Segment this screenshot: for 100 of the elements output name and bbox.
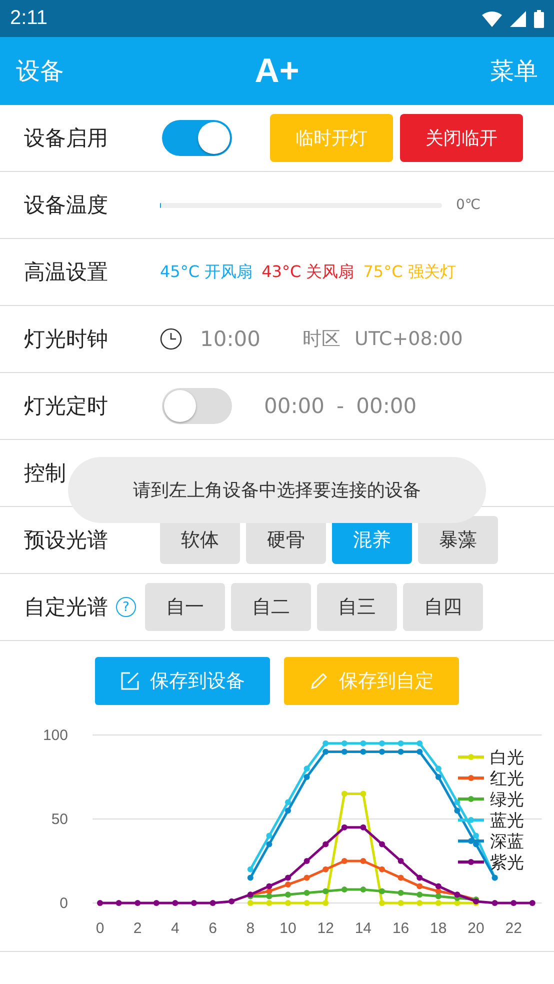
help-icon[interactable]: ? — [116, 597, 136, 617]
point — [454, 808, 460, 814]
row-label: 控制 — [24, 460, 67, 487]
x-tick-label: 4 — [171, 920, 180, 937]
wifi-icon — [482, 10, 502, 26]
point — [341, 886, 348, 893]
point — [210, 900, 216, 906]
toast-message: 请到左上角设备中选择要连接的设备 — [68, 457, 486, 523]
point — [285, 808, 291, 814]
start-time[interactable]: 00:00 — [264, 394, 325, 418]
point — [322, 748, 329, 755]
row-label: 高温设置 — [24, 259, 109, 286]
spectrum-option[interactable]: 自四 — [403, 583, 483, 631]
end-time[interactable]: 00:00 — [356, 394, 417, 418]
x-tick-label: 18 — [430, 920, 447, 937]
point — [304, 890, 310, 896]
x-tick-label: 0 — [96, 920, 104, 937]
row-label: 灯光时钟 — [24, 326, 109, 353]
spectrum-option[interactable]: 暴藻 — [418, 516, 498, 564]
point — [191, 900, 197, 906]
clock-time: 2:11 — [10, 7, 48, 30]
point — [529, 900, 536, 906]
spectrum-option[interactable]: 自一 — [145, 583, 225, 631]
point — [322, 841, 329, 848]
point — [266, 893, 272, 900]
point — [379, 748, 385, 755]
point — [416, 900, 423, 906]
point — [435, 893, 442, 900]
point — [416, 874, 423, 881]
timezone-value[interactable]: UTC+08:00 — [354, 328, 463, 350]
x-tick-label: 6 — [208, 920, 217, 937]
toggle-switch[interactable] — [162, 120, 232, 156]
toggle-switch[interactable] — [162, 388, 232, 424]
point — [379, 900, 385, 906]
legend-marker — [458, 775, 484, 781]
legend-label: 绿光 — [490, 790, 524, 810]
x-tick-label: 14 — [354, 920, 372, 937]
device-menu-link[interactable]: 设备 — [16, 55, 64, 87]
point — [341, 740, 348, 746]
point — [322, 900, 329, 906]
edit-icon — [120, 671, 140, 691]
point — [116, 900, 122, 906]
point — [435, 774, 442, 780]
point — [360, 740, 366, 746]
spectrum-option[interactable]: 自三 — [317, 583, 397, 631]
x-tick-label: 8 — [246, 920, 255, 937]
signal-icon — [510, 10, 526, 26]
point — [360, 886, 366, 893]
point — [266, 883, 272, 890]
point — [341, 790, 348, 797]
point — [304, 900, 310, 906]
legend-marker — [458, 838, 484, 844]
pencil-icon — [309, 671, 329, 691]
menu-link[interactable]: 菜单 — [490, 55, 538, 87]
time-separator: - — [336, 394, 344, 418]
temperature-slider[interactable] — [160, 202, 442, 208]
legend-marker — [458, 817, 484, 823]
legend-marker — [458, 796, 484, 802]
point — [341, 858, 348, 864]
point — [304, 774, 310, 780]
row-label: 灯光定时 — [24, 393, 109, 420]
action-button[interactable]: 关闭临开 — [400, 114, 523, 162]
point — [266, 900, 272, 906]
point — [379, 888, 385, 894]
y-tick-label: 0 — [60, 895, 68, 912]
point — [341, 824, 348, 830]
point — [266, 841, 272, 848]
point — [322, 740, 329, 746]
point — [266, 832, 272, 839]
point — [247, 874, 254, 881]
legend-label: 蓝光 — [490, 811, 524, 831]
point — [285, 882, 291, 888]
point — [304, 858, 310, 864]
legend-label: 白光 — [490, 748, 524, 768]
point — [398, 890, 404, 896]
point — [360, 858, 366, 864]
point — [398, 874, 404, 881]
point — [341, 748, 348, 755]
threshold-text[interactable]: 45°C 开风扇 — [160, 262, 253, 282]
spectrum-option[interactable]: 自二 — [231, 583, 311, 631]
x-tick-label: 22 — [505, 920, 522, 937]
point — [153, 900, 160, 906]
point — [454, 799, 460, 806]
point — [304, 874, 310, 881]
x-tick-label: 10 — [280, 920, 296, 937]
point — [416, 892, 423, 898]
x-tick-label: 2 — [133, 920, 142, 937]
point — [134, 900, 141, 906]
point — [416, 748, 423, 755]
point — [172, 900, 178, 906]
legend-label: 红光 — [490, 769, 524, 789]
save-button[interactable]: 保存到设备 — [95, 657, 270, 705]
clock-time-value[interactable]: 10:00 — [200, 327, 261, 351]
threshold-text[interactable]: 43°C 关风扇 — [262, 262, 354, 282]
point — [398, 748, 404, 755]
point — [360, 790, 366, 797]
point — [247, 866, 254, 872]
point — [322, 866, 329, 872]
point — [510, 900, 517, 906]
battery-icon — [534, 10, 544, 28]
